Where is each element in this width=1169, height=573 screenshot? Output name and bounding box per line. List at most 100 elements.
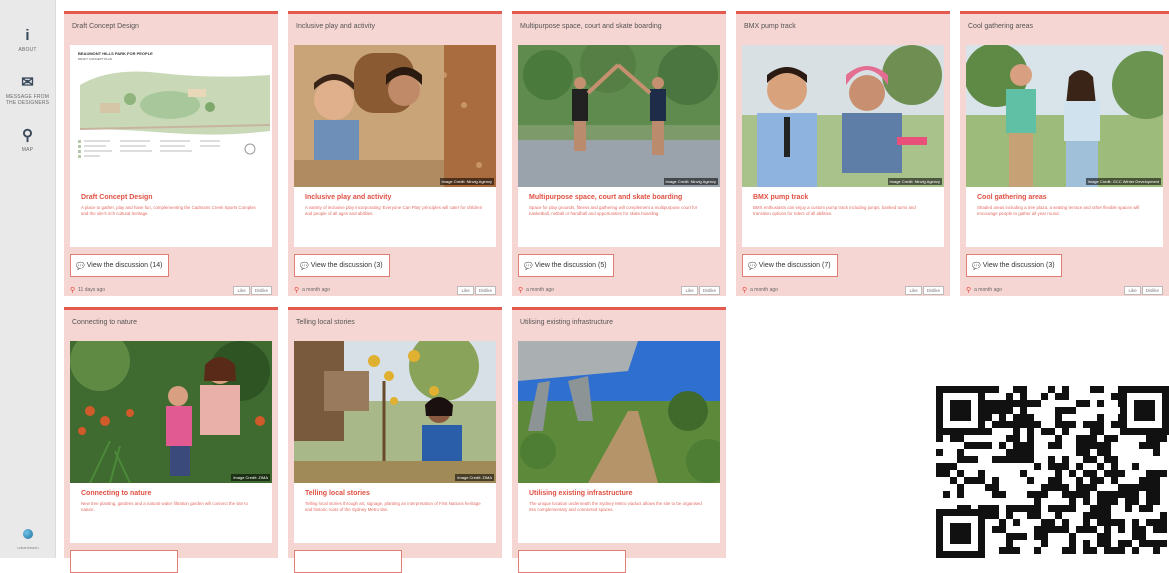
map-pin-icon[interactable]: ⚲ [742,286,747,294]
qr-module [1104,519,1111,526]
map-pin-icon[interactable]: ⚲ [518,286,523,294]
qr-module [992,484,999,491]
qr-module [1139,526,1146,533]
qr-module [1048,456,1055,463]
dislike-button[interactable]: Dislike [474,285,496,295]
qr-module [1090,428,1097,435]
infrastructure-photo[interactable] [518,341,720,483]
map-pin-icon[interactable]: ⚲ [70,286,75,294]
card-heading[interactable]: Multipurpose space, court and skate boar… [529,194,710,201]
sidebar-item-message[interactable]: ✉ Message from the designers [0,75,55,107]
qr-module [1076,435,1083,442]
qr-module [1055,407,1062,414]
qr-module [1146,491,1153,498]
card-title: Cool gathering areas [968,23,1033,30]
view-discussion-button[interactable] [70,550,178,573]
view-discussion-button[interactable] [518,550,626,573]
qr-module [1027,414,1034,421]
card-heading[interactable]: Cool gathering areas [977,194,1153,201]
qr-module [1146,442,1153,449]
gathering-photo[interactable]: Image Credit: GCC Winter Development [966,45,1163,187]
post-date: a month ago [974,287,1002,293]
view-discussion-button[interactable]: 💬 View the discussion (14) [70,254,170,277]
nature-photo[interactable]: Image Credit: ZIMA [70,341,272,483]
qr-module [1090,386,1097,393]
qr-module [1104,470,1111,477]
qr-module [1090,512,1097,519]
dislike-button[interactable]: Dislike [1141,285,1163,295]
card-bmx-pump-track: BMX pump track Image Credit: Ninvig Agen… [736,11,950,296]
multipurpose-photo[interactable]: Image Credit: Ninvig Agency [518,45,720,187]
plan-heading: BEAUMONT HILLS PARK FOR PEOPLE [78,51,153,56]
card-title: Inclusive play and activity [296,23,375,30]
card-description: BMX enthusiasts can enjoy a custom pump … [753,205,916,216]
qr-module [1048,477,1055,484]
like-button[interactable]: Like [457,285,474,295]
card-meta: ⚲ a month ago Like Dislike [966,284,1163,296]
view-discussion-button[interactable] [294,550,402,573]
qr-module [1048,442,1055,449]
card-content: Image Credit: GCC Winter Development Coo… [966,45,1163,247]
qr-module [1062,484,1069,491]
dislike-button[interactable]: Dislike [922,285,944,295]
qr-module [1006,400,1013,407]
like-button[interactable]: Like [905,285,922,295]
qr-module [957,456,964,463]
post-date: a month ago [750,287,778,293]
qr-module [992,526,999,533]
qr-module [1104,540,1111,547]
qr-module [1055,505,1062,512]
dislike-button[interactable]: Dislike [250,285,272,295]
qr-code[interactable] [936,386,1169,558]
concept-plan-image[interactable]: BEAUMONT HILLS PARK FOR PEOPLE DRAFT CON… [70,45,272,187]
like-button[interactable]: Like [233,285,250,295]
qr-module [1083,540,1090,547]
card-heading[interactable]: Inclusive play and activity [305,194,486,201]
map-pin-icon[interactable]: ⚲ [294,286,299,294]
view-discussion-button[interactable]: 💬 View the discussion (3) [294,254,390,277]
qr-module [1034,505,1041,512]
card-heading[interactable]: Connecting to nature [81,490,262,497]
image-credit: Image Credit: Ninvig Agency [663,178,718,185]
view-discussion-button[interactable]: 💬 View the discussion (5) [518,254,614,277]
view-discussion-button[interactable]: 💬 View the discussion (7) [742,254,838,277]
qr-module [1090,526,1097,533]
qr-module [1013,547,1020,554]
like-button[interactable]: Like [681,285,698,295]
qr-module [936,463,943,470]
card-heading[interactable]: BMX pump track [753,194,934,201]
card-heading[interactable]: Draft Concept Design [81,194,262,201]
qr-module [978,470,985,477]
qr-module [1069,407,1076,414]
sidebar-item-map[interactable]: ⚲ Map [0,128,55,154]
like-button[interactable]: Like [1124,285,1141,295]
sidebar-item-about[interactable]: i About [0,28,55,54]
card-heading[interactable]: Utilising existing infrastructure [529,490,710,497]
dislike-button[interactable]: Dislike [698,285,720,295]
card-description: Space for play grounds, fitness and gath… [529,205,698,216]
qr-module [1034,547,1041,554]
card-heading[interactable]: Telling local stories [305,490,486,497]
qr-module [1055,393,1062,400]
map-pin-icon[interactable]: ⚲ [966,286,971,294]
qr-module [1111,456,1118,463]
qr-module [1125,491,1132,498]
qr-module [1076,442,1083,449]
card-meta: ⚲ a month ago Like Dislike [294,284,496,296]
qr-module [1132,526,1139,533]
bmx-kids-photo [742,45,944,187]
qr-module [1104,547,1111,554]
view-discussion-button[interactable]: 💬 View the discussion (3) [966,254,1062,277]
inclusive-play-photo[interactable]: Image Credit: Ninvig Agency [294,45,496,187]
stories-photo[interactable]: Image Credit: ZIMA [294,341,496,483]
qr-module [1013,428,1020,435]
qr-module [985,505,992,512]
qr-module [1118,484,1125,491]
qr-module [1146,484,1153,491]
qr-module [1006,505,1013,512]
qr-module [936,449,943,456]
brand-logo[interactable]: urbanbeach [0,526,56,550]
qr-module [1139,540,1146,547]
bmx-photo[interactable]: Image Credit: Ninvig Agency [742,45,944,187]
qr-module [1006,421,1013,428]
